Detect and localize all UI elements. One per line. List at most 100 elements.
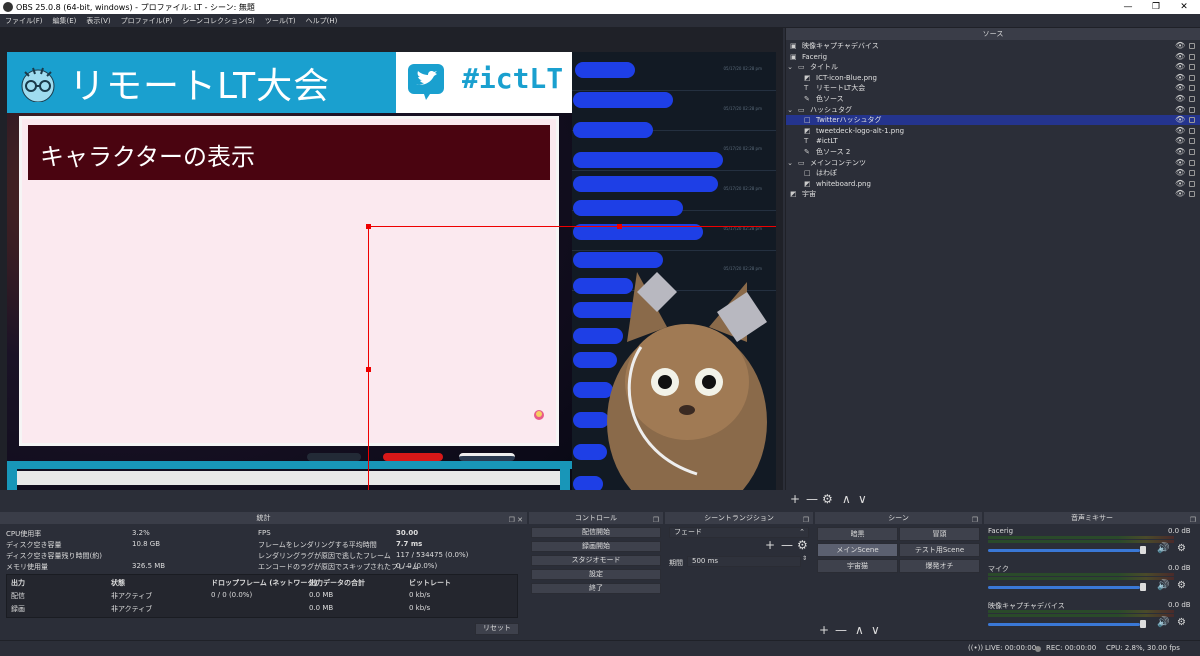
- gear-icon[interactable]: ⚙: [1177, 543, 1186, 554]
- exit-button[interactable]: 終了: [531, 583, 661, 594]
- spin-arrows-icon[interactable]: ⇕: [802, 555, 807, 562]
- menu-file[interactable]: ファイル(F): [0, 14, 48, 26]
- source-item[interactable]: ◩ whiteboard.png 👁: [786, 179, 1200, 189]
- transition-settings-icon[interactable]: ⚙: [797, 538, 808, 552]
- scene-button[interactable]: テスト用Scene: [899, 543, 980, 557]
- lock-icon[interactable]: [1189, 180, 1195, 187]
- speaker-icon[interactable]: 🔊: [1157, 617, 1169, 628]
- eye-icon[interactable]: 👁: [1175, 126, 1185, 136]
- lock-icon[interactable]: [1189, 96, 1195, 102]
- eye-icon[interactable]: 👁: [1175, 73, 1185, 83]
- source-item[interactable]: T #ictLT 👁: [786, 136, 1200, 146]
- scene-button[interactable]: 宇宙猫: [817, 559, 898, 573]
- dock-float-close-icon[interactable]: ❐ ✕: [509, 514, 523, 526]
- source-item[interactable]: T リモートLT大会 👁: [786, 83, 1200, 93]
- add-transition-button[interactable]: +: [765, 538, 775, 552]
- speaker-icon[interactable]: 🔊: [1157, 543, 1169, 554]
- chevron-down-icon[interactable]: ⌄: [786, 62, 794, 72]
- menu-view[interactable]: 表示(V): [81, 14, 115, 26]
- source-item[interactable]: ▣ Facerig 👁: [786, 52, 1200, 62]
- lock-icon[interactable]: [1189, 159, 1195, 166]
- scene-button[interactable]: 冒頭: [899, 527, 980, 541]
- minimize-button[interactable]: —: [1114, 0, 1142, 14]
- source-item[interactable]: ✎ 色ソース 2 👁: [786, 147, 1200, 157]
- lock-icon[interactable]: [1189, 191, 1195, 198]
- eye-icon[interactable]: 👁: [1175, 52, 1185, 62]
- lock-icon[interactable]: [1189, 53, 1195, 60]
- menu-scene-collection[interactable]: シーンコレクション(S): [177, 14, 260, 26]
- menu-edit[interactable]: 編集(E): [48, 14, 82, 26]
- eye-icon[interactable]: 👁: [1175, 179, 1185, 189]
- source-item[interactable]: ◩ 宇宙 👁: [786, 189, 1200, 199]
- eye-icon[interactable]: 👁: [1175, 105, 1185, 115]
- settings-button[interactable]: 設定: [531, 569, 661, 580]
- chevron-down-icon[interactable]: ⌄: [786, 105, 794, 115]
- volume-slider[interactable]: [988, 623, 1140, 626]
- eye-icon[interactable]: 👁: [1175, 158, 1185, 168]
- dock-float-icon[interactable]: ❐: [1190, 514, 1196, 526]
- lock-icon[interactable]: [1189, 64, 1195, 71]
- move-up-icon[interactable]: ∧: [855, 623, 864, 637]
- reset-button[interactable]: リセット: [475, 623, 519, 635]
- volume-slider-handle[interactable]: [1140, 546, 1146, 554]
- eye-icon[interactable]: 👁: [1175, 147, 1185, 157]
- source-item[interactable]: ⌄ ▭ メインコンテンツ 👁: [786, 158, 1200, 168]
- dock-float-icon[interactable]: ❐: [972, 514, 978, 526]
- lock-icon[interactable]: [1189, 85, 1195, 92]
- eye-icon[interactable]: 👁: [1175, 189, 1185, 199]
- eye-icon[interactable]: 👁: [1175, 94, 1185, 104]
- source-settings-icon[interactable]: ⚙: [822, 492, 833, 506]
- eye-icon[interactable]: 👁: [1175, 136, 1185, 146]
- speaker-icon[interactable]: 🔊: [1157, 580, 1169, 591]
- move-down-icon[interactable]: ∨: [858, 492, 867, 506]
- start-streaming-button[interactable]: 配信開始: [531, 527, 661, 538]
- remove-scene-button[interactable]: —: [835, 623, 847, 637]
- lock-icon[interactable]: [1189, 170, 1195, 177]
- source-item[interactable]: ⌄ ▭ タイトル 👁: [786, 62, 1200, 72]
- maximize-button[interactable]: ❐: [1142, 0, 1170, 14]
- transition-select[interactable]: フェード ⌃: [669, 527, 809, 538]
- preview-area[interactable]: リモートLT大会 #ictLT キャラクターの表示 05/17/20 02:28…: [0, 28, 783, 490]
- add-scene-button[interactable]: +: [819, 623, 829, 637]
- eye-icon[interactable]: 👁: [1175, 168, 1185, 178]
- source-item[interactable]: ◩ tweetdeck-logo-alt-1.png 👁: [786, 126, 1200, 136]
- start-recording-button[interactable]: 録画開始: [531, 541, 661, 552]
- menu-tools[interactable]: ツール(T): [260, 14, 301, 26]
- studio-mode-button[interactable]: スタジオモード: [531, 555, 661, 566]
- source-item-selected[interactable]: □ Twitterハッシュタグ 👁: [786, 115, 1200, 126]
- source-item[interactable]: ◩ ICT-icon-Blue.png 👁: [786, 73, 1200, 83]
- eye-icon[interactable]: 👁: [1175, 83, 1185, 93]
- source-item[interactable]: ✎ 色ソース 👁: [786, 94, 1200, 104]
- source-item[interactable]: □ はわぽ 👁: [786, 168, 1200, 178]
- dock-float-icon[interactable]: ❐: [803, 514, 809, 526]
- scene-button-selected[interactable]: メインScene: [817, 543, 898, 557]
- eye-icon[interactable]: 👁: [1175, 115, 1185, 125]
- lock-icon[interactable]: [1189, 127, 1195, 134]
- lock-icon[interactable]: [1189, 74, 1195, 81]
- gear-icon[interactable]: ⚙: [1177, 617, 1186, 628]
- lock-icon[interactable]: [1189, 43, 1195, 49]
- lock-icon[interactable]: [1189, 106, 1195, 113]
- add-source-button[interactable]: +: [790, 492, 800, 506]
- volume-slider[interactable]: [988, 549, 1140, 552]
- close-button[interactable]: ✕: [1170, 0, 1198, 14]
- scene-button[interactable]: 暗黒: [817, 527, 898, 541]
- preview-canvas[interactable]: リモートLT大会 #ictLT キャラクターの表示 05/17/20 02:28…: [7, 52, 776, 490]
- source-item[interactable]: ▣ 映像キャプチャデバイス 👁: [786, 41, 1200, 51]
- scene-button[interactable]: 爆発オチ: [899, 559, 980, 573]
- eye-icon[interactable]: 👁: [1175, 41, 1185, 51]
- menu-help[interactable]: ヘルプ(H): [301, 14, 343, 26]
- volume-slider-handle[interactable]: [1140, 583, 1146, 591]
- dock-float-icon[interactable]: ❐: [653, 514, 659, 526]
- volume-slider[interactable]: [988, 586, 1140, 589]
- lock-icon[interactable]: [1189, 149, 1195, 155]
- move-up-icon[interactable]: ∧: [842, 492, 851, 506]
- lock-icon[interactable]: [1189, 117, 1195, 124]
- move-down-icon[interactable]: ∨: [871, 623, 880, 637]
- remove-transition-button[interactable]: —: [781, 538, 793, 552]
- chevron-down-icon[interactable]: ⌄: [786, 158, 794, 168]
- remove-source-button[interactable]: —: [806, 492, 818, 506]
- lock-icon[interactable]: [1189, 138, 1195, 145]
- eye-icon[interactable]: 👁: [1175, 62, 1185, 72]
- source-item[interactable]: ⌄ ▭ ハッシュタグ 👁: [786, 105, 1200, 115]
